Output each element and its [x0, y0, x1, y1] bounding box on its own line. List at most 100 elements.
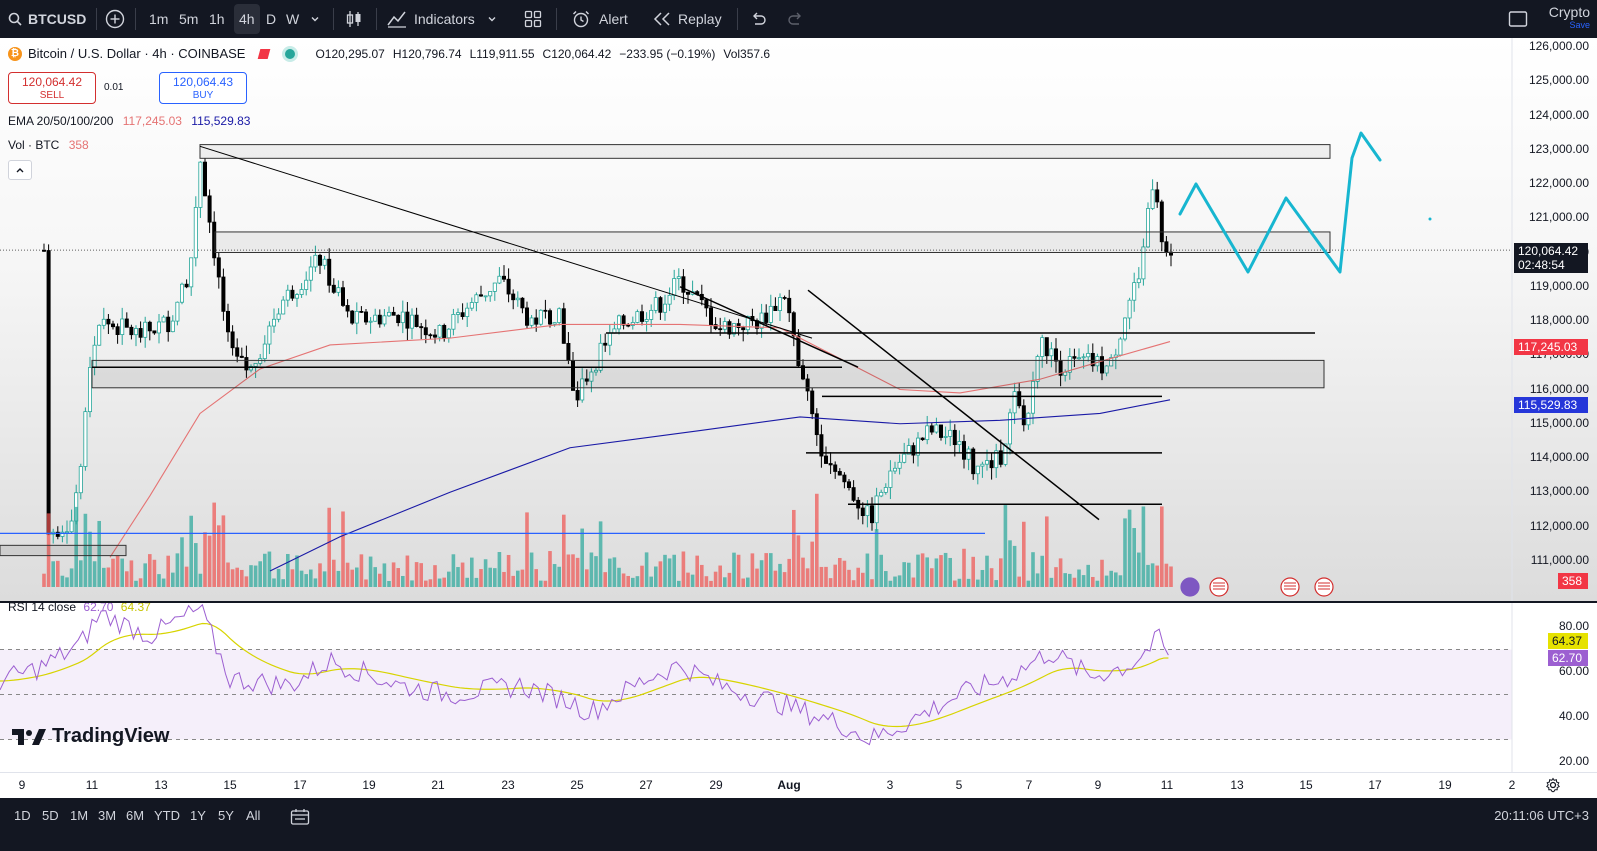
event-icon[interactable]: [1180, 577, 1200, 597]
collapse-legend-button[interactable]: [8, 160, 32, 180]
candle-body: [193, 207, 198, 259]
support-zone[interactable]: [91, 359, 1325, 389]
range-3m[interactable]: 3M: [98, 808, 116, 823]
candle-body: [216, 257, 221, 278]
candle-body: [359, 310, 364, 313]
range-1d[interactable]: 1D: [14, 808, 31, 823]
small-zone[interactable]: [0, 544, 127, 557]
alert-label: Alert: [599, 11, 628, 27]
time-axis-label: 9: [18, 778, 26, 792]
interval-d[interactable]: D: [266, 0, 276, 38]
sell-button[interactable]: 120,064.42 SELL: [8, 72, 96, 104]
range-5y[interactable]: 5Y: [218, 808, 234, 823]
candle-body: [511, 293, 516, 301]
us-flag-event-icon[interactable]: [1314, 577, 1334, 597]
volume-bar: [1104, 575, 1109, 587]
interval-5m[interactable]: 5m: [179, 0, 198, 38]
volume-bar: [672, 554, 676, 587]
range-all[interactable]: All: [246, 808, 260, 823]
candle-body: [865, 505, 870, 517]
redo-button[interactable]: [787, 0, 805, 38]
candle-body: [129, 326, 134, 336]
candle-body: [460, 312, 465, 317]
volume-bar: [598, 521, 603, 587]
volume-bar: [465, 577, 469, 587]
candle-body: [658, 297, 663, 313]
volume-bar: [594, 556, 598, 587]
layouts-button[interactable]: [524, 0, 542, 38]
candle-body: [870, 505, 875, 524]
range-1y[interactable]: 1Y: [190, 808, 206, 823]
price-axis-label: 115,000.00: [1529, 415, 1589, 430]
interval-w[interactable]: W: [286, 0, 299, 38]
volume-bar: [60, 575, 65, 587]
price-chart-pane[interactable]: ₿ Bitcoin / U.S. Dollar · 4h · COINBASE …: [0, 38, 1597, 602]
candle-body: [281, 299, 286, 315]
compare-button[interactable]: [105, 0, 125, 38]
candle-body: [391, 311, 396, 316]
rsi-canvas[interactable]: [0, 603, 1597, 772]
fullscreen-button[interactable]: [1508, 0, 1528, 38]
trendline[interactable]: [679, 286, 859, 368]
indicators-button[interactable]: Indicators: [386, 0, 497, 38]
volume-bar: [1035, 573, 1040, 587]
interval-1h[interactable]: 1h: [209, 0, 225, 38]
interval-4h[interactable]: 4h: [234, 4, 260, 34]
volume-bar: [276, 568, 281, 587]
interval-1m[interactable]: 1m: [149, 0, 168, 38]
volume-bar: [157, 574, 161, 587]
candle-body: [235, 347, 240, 357]
chart-drawings[interactable]: [0, 131, 1432, 557]
price-axis-label: 123,000.00: [1528, 141, 1589, 156]
volume-bar: [290, 569, 295, 587]
rsi-legend[interactable]: RSI 14 close 62.70 64.37: [8, 603, 151, 614]
candle-body: [897, 461, 902, 469]
rsi-pane[interactable]: RSI 14 close 62.70 64.37 80.00 60.00 40.00…: [0, 603, 1597, 772]
candle-body: [290, 289, 295, 299]
us-flag-event-icon[interactable]: [1209, 577, 1229, 597]
candle-body: [175, 301, 180, 322]
price-axis-label: 121,000.00: [1528, 210, 1589, 225]
resistance-zone[interactable]: [199, 144, 1331, 159]
range-ytd[interactable]: YTD: [154, 808, 180, 823]
buy-button[interactable]: 120,064.43 BUY: [159, 72, 247, 104]
symbol-search[interactable]: BTCUSD: [8, 0, 86, 38]
candle-body: [566, 342, 571, 361]
volume-legend[interactable]: Vol · BTC 358: [8, 138, 89, 152]
time-axis-label: 7: [1025, 778, 1033, 792]
candle-body: [497, 275, 502, 284]
date-range-button[interactable]: [290, 808, 310, 829]
ema-legend[interactable]: EMA 20/50/100/200 117,245.03 115,529.83: [8, 114, 250, 128]
candle-body: [952, 429, 957, 446]
clock[interactable]: 20:11:06 UTC+3: [1494, 808, 1589, 823]
candle-body: [768, 305, 773, 323]
candle-body: [69, 520, 74, 533]
tradingview-logo[interactable]: TradingView: [12, 725, 169, 748]
volume-bar: [281, 579, 285, 587]
replay-button[interactable]: Replay: [652, 0, 722, 38]
candle-body: [515, 297, 520, 301]
candle-body: [902, 453, 907, 463]
range-1m[interactable]: 1M: [70, 808, 88, 823]
volume-bar: [957, 578, 962, 587]
candle-body: [423, 327, 428, 336]
range-5d[interactable]: 5D: [42, 808, 59, 823]
chart-type-button[interactable]: [345, 0, 363, 38]
us-flag-event-icon[interactable]: [1280, 577, 1300, 597]
alert-button[interactable]: Alert: [571, 0, 628, 38]
trendline[interactable]: [807, 289, 1100, 521]
undo-button[interactable]: [749, 0, 767, 38]
candle-body: [419, 326, 424, 329]
volume-bar: [575, 557, 580, 587]
range-6m[interactable]: 6M: [126, 808, 144, 823]
interval-dropdown[interactable]: [310, 0, 320, 38]
supply-zone[interactable]: [214, 231, 1331, 253]
account-menu[interactable]: Crypto Save: [1546, 0, 1590, 38]
settings-button[interactable]: [1545, 777, 1561, 798]
time-axis[interactable]: 9 11 13 15 17 19 21 23 25 27 29 Aug 3 5 7 9 11 13 15 17 19 2: [0, 772, 1597, 798]
volume-bar: [1045, 516, 1049, 587]
rsi-value: 62.70: [83, 603, 114, 614]
volume-bar: [350, 569, 354, 587]
flag-icon[interactable]: [258, 48, 271, 59]
candlestick-series[interactable]: [42, 158, 1174, 544]
